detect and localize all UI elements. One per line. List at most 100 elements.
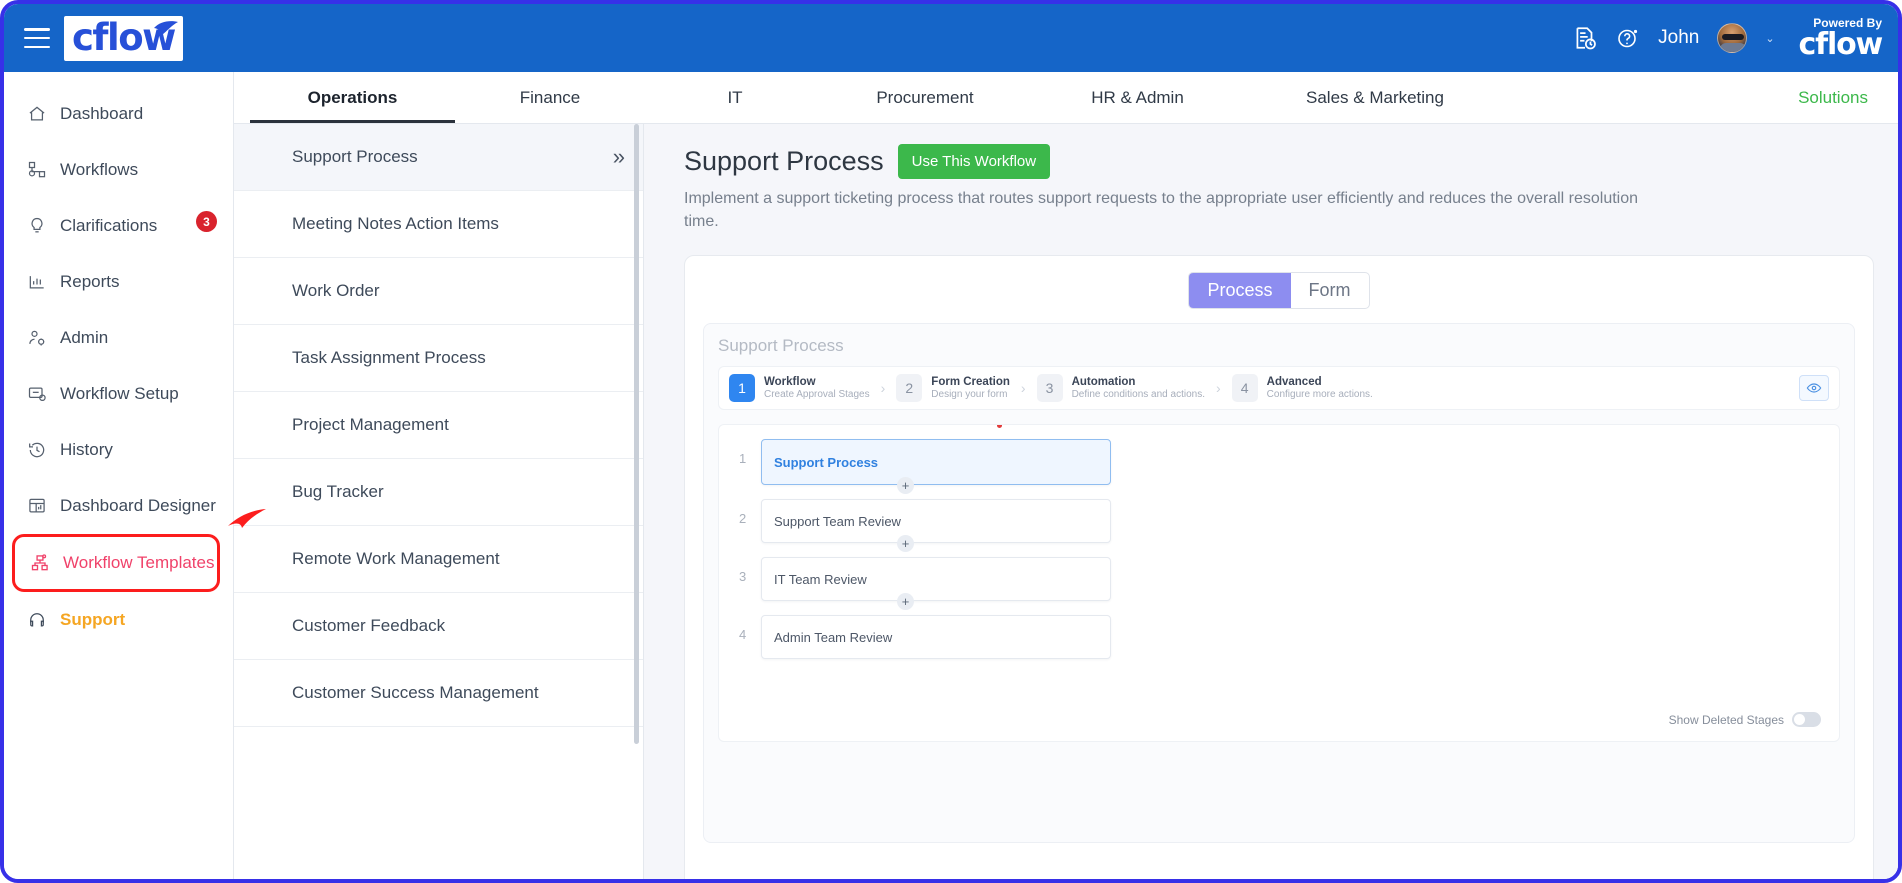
stage-row[interactable]: 3 IT Team Review + [739, 557, 1819, 611]
user-avatar[interactable] [1717, 23, 1748, 53]
list-item[interactable]: Project Management [234, 392, 643, 459]
sidebar-item-label: History [60, 440, 113, 459]
eye-preview-icon[interactable] [1799, 375, 1829, 402]
show-deleted-stages-toggle[interactable] [1792, 712, 1821, 728]
stage-index: 3 [739, 569, 747, 585]
stage-card: Support Team Review [761, 499, 1111, 544]
step-workflow[interactable]: 1 Workflow Create Approval Stages [729, 374, 870, 403]
workflow-canvas: Support Process 1 Workflow Create Approv… [703, 323, 1855, 844]
stage-name: Support Process [774, 454, 879, 470]
stage-name: Admin Team Review [774, 629, 893, 645]
clock-rewind-icon [26, 439, 48, 461]
list-item[interactable]: Remote Work Management [234, 526, 643, 593]
chevron-right-icon: › [880, 380, 886, 397]
stage-card: Admin Team Review [761, 615, 1111, 660]
stage-row[interactable]: 4 Admin Team Review [739, 615, 1819, 660]
process-form-toggle: Process Form [1188, 272, 1370, 310]
hamburger-menu-icon[interactable] [24, 28, 50, 48]
tab-procurement[interactable]: Procurement [825, 72, 1025, 123]
template-name: Remote Work Management [292, 549, 500, 568]
cflow-logo-swoosh-icon [153, 20, 178, 35]
stage-index: 2 [739, 511, 747, 527]
step-title: Automation [1071, 376, 1136, 389]
sidebar-item-label: Reports [60, 272, 120, 291]
stage-marker-dot [997, 425, 1002, 429]
list-item[interactable]: Bug Tracker [234, 459, 643, 526]
step-form-creation[interactable]: 2 Form Creation Design your form [896, 374, 1010, 403]
stage-name: Support Team Review [774, 513, 901, 529]
sidebar-item-reports[interactable]: Reports [4, 254, 233, 310]
sidebar-item-label: Dashboard [60, 104, 144, 123]
lightbulb-icon [26, 215, 48, 237]
workflow-stepper: 1 Workflow Create Approval Stages › 2 Fo… [718, 366, 1840, 411]
step-number: 4 [1231, 374, 1258, 403]
step-subtitle: Design your form [931, 389, 1008, 401]
template-name: Meeting Notes Action Items [292, 214, 499, 233]
show-deleted-stages-control[interactable]: Show Deleted Stages [1669, 712, 1821, 728]
step-subtitle: Create Approval Stages [764, 389, 870, 401]
sidebar-item-label: Workflows [60, 160, 139, 179]
plus-icon[interactable]: + [897, 477, 914, 495]
chevron-right-icon: › [1020, 380, 1026, 397]
tab-hr-admin[interactable]: HR & Admin [1025, 72, 1250, 123]
step-title: Form Creation [931, 376, 1010, 389]
bar-chart-icon [26, 271, 48, 293]
chevron-down-icon[interactable]: ⌄ [1765, 32, 1774, 45]
list-item[interactable]: Meeting Notes Action Items [234, 191, 643, 258]
stage-card: IT Team Review [761, 557, 1111, 602]
stage-list: 1 Support Process + 2 Support Team Revie… [718, 424, 1840, 743]
sidebar-item-workflows[interactable]: Workflows [4, 142, 233, 198]
sidebar-item-label: Support [60, 610, 126, 629]
plus-icon[interactable]: + [897, 593, 914, 611]
document-clock-icon[interactable] [1572, 25, 1598, 51]
help-question-icon[interactable] [1616, 26, 1640, 50]
stage-name: IT Team Review [774, 571, 867, 587]
list-scrollbar[interactable] [634, 124, 641, 879]
template-name: Support Process [292, 147, 418, 166]
stage-row[interactable]: 1 Support Process + [739, 425, 1819, 495]
tab-sales-marketing[interactable]: Sales & Marketing [1250, 72, 1500, 123]
app-window: cflow John ⌄ Powered By cflow Dashboard … [0, 0, 1902, 883]
list-item[interactable]: Customer Success Management [234, 660, 643, 727]
category-tab-bar: Operations Finance IT Procurement HR & A… [234, 72, 1898, 124]
tab-finance[interactable]: Finance [455, 72, 645, 123]
content-panes: Support Process » Meeting Notes Action I… [234, 124, 1898, 879]
sidebar-item-history[interactable]: History [4, 422, 233, 478]
stage-row[interactable]: 2 Support Team Review + [739, 499, 1819, 553]
step-title: Advanced [1266, 376, 1322, 389]
clarifications-badge: 3 [196, 211, 217, 232]
tab-solutions[interactable]: Solutions [1788, 72, 1878, 123]
cflow-logo[interactable]: cflow [64, 15, 183, 61]
sidebar-item-dashboard-designer[interactable]: Dashboard Designer [4, 478, 233, 534]
list-item[interactable]: Customer Feedback [234, 593, 643, 660]
home-icon [26, 103, 48, 125]
sidebar-item-dashboard[interactable]: Dashboard [4, 86, 233, 142]
list-scrollbar-thumb[interactable] [634, 124, 639, 744]
template-list: Support Process » Meeting Notes Action I… [234, 124, 644, 879]
toggle-option-form[interactable]: Form [1291, 273, 1369, 308]
list-item[interactable]: Support Process » [234, 124, 643, 191]
template-name: Bug Tracker [292, 482, 384, 501]
list-item[interactable]: Work Order [234, 258, 643, 325]
list-item[interactable]: Task Assignment Process [234, 325, 643, 392]
sidebar-item-label: Workflow Setup [60, 384, 179, 403]
toggle-option-process[interactable]: Process [1189, 273, 1291, 309]
stage-index: 1 [739, 451, 747, 467]
plus-icon[interactable]: + [897, 535, 914, 553]
sidebar-item-admin[interactable]: Admin [4, 310, 233, 366]
use-this-workflow-button[interactable]: Use This Workflow [897, 144, 1051, 179]
tab-operations[interactable]: Operations [250, 72, 455, 123]
step-number: 1 [729, 374, 755, 403]
tab-it[interactable]: IT [645, 72, 825, 123]
user-name-label: John [1658, 27, 1700, 48]
sidebar-item-support[interactable]: Support [4, 592, 233, 648]
sidebar-item-workflow-templates[interactable]: Workflow Templates [12, 534, 220, 592]
sidebar-item-workflow-setup[interactable]: Workflow Setup [4, 366, 233, 422]
user-gear-icon [26, 327, 48, 349]
chevron-double-right-icon[interactable]: » [613, 144, 625, 170]
step-automation[interactable]: 3 Automation Define conditions and actio… [1036, 374, 1205, 403]
sidebar-item-clarifications[interactable]: Clarifications 3 [4, 198, 233, 254]
step-advanced[interactable]: 4 Advanced Configure more actions. [1231, 374, 1373, 403]
step-subtitle: Configure more actions. [1266, 389, 1373, 401]
page-title: Support Process [684, 146, 884, 176]
